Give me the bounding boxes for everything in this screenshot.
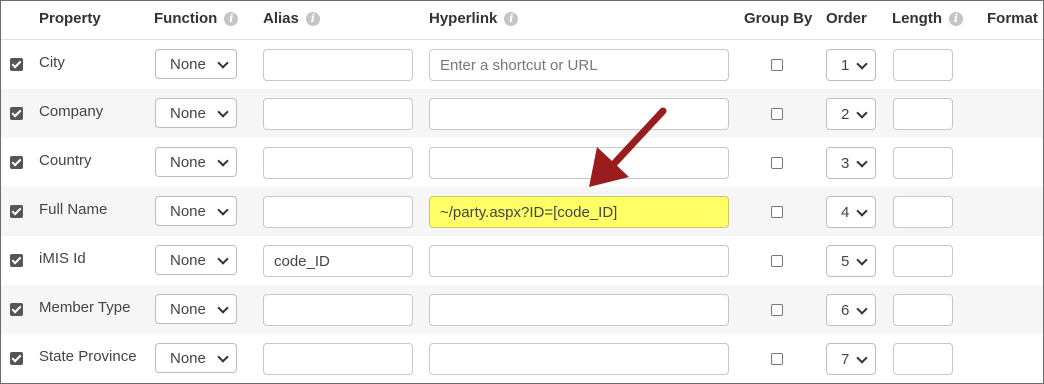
chevron-down-icon [217,57,229,69]
property-label: Country [39,152,92,169]
function-select[interactable]: None [155,98,237,128]
hyperlink-input[interactable]: Enter a shortcut or URL [429,49,729,81]
function-select[interactable]: None [155,343,237,373]
header-length: Length i [892,10,963,27]
hyperlink-input[interactable] [429,294,729,326]
length-input[interactable] [893,49,953,81]
alias-input[interactable]: code_ID [263,245,413,277]
hyperlink-input[interactable] [429,147,729,179]
chevron-down-icon [856,352,868,364]
chevron-down-icon [217,302,229,314]
chevron-down-icon [856,303,868,315]
property-label: iMIS Id [39,250,86,267]
alias-info-icon[interactable]: i [305,11,320,26]
row-checkbox[interactable] [10,303,23,316]
table-row: City None Enter a shortcut or URL 1 [1,40,1043,89]
group-by-checkbox[interactable] [771,255,783,267]
hyperlink-info-icon[interactable]: i [504,11,519,26]
alias-input[interactable] [263,294,413,326]
query-display-table: Property Function i Alias i Hyperlink i Gro… [0,0,1044,384]
chevron-down-icon [856,205,868,217]
order-select[interactable]: 1 [826,49,876,81]
length-input[interactable] [893,294,953,326]
header-function: Function i [154,10,239,27]
function-select[interactable]: None [155,245,237,275]
alias-input[interactable] [263,343,413,375]
group-by-checkbox[interactable] [771,206,783,218]
chevron-down-icon [856,156,868,168]
row-checkbox[interactable] [10,254,23,267]
chevron-down-icon [217,155,229,167]
chevron-down-icon [856,58,868,70]
group-by-checkbox[interactable] [771,157,783,169]
alias-input[interactable] [263,196,413,228]
table-header: Property Function i Alias i Hyperlink i Gro… [1,1,1043,40]
table-row: Full Name None ~/party.aspx?ID=[code_ID]… [1,187,1043,236]
hyperlink-input-highlighted[interactable]: ~/party.aspx?ID=[code_ID] [429,196,729,228]
table-row: iMIS Id None code_ID 5 [1,236,1043,285]
group-by-checkbox[interactable] [771,108,783,120]
function-select[interactable]: None [155,196,237,226]
order-select[interactable]: 4 [826,196,876,228]
header-group-by: Group By [744,10,813,27]
property-label: Member Type [39,299,131,316]
chevron-down-icon [217,106,229,118]
row-checkbox[interactable] [10,352,23,365]
chevron-down-icon [217,253,229,265]
order-select[interactable]: 6 [826,294,876,326]
table-row: Member Type None 6 [1,285,1043,334]
chevron-down-icon [217,204,229,216]
property-label: City [39,54,65,71]
length-info-icon[interactable]: i [949,11,963,26]
length-input[interactable] [893,245,953,277]
group-by-checkbox[interactable] [771,59,783,71]
order-select[interactable]: 3 [826,147,876,179]
header-property: Property [39,10,101,27]
function-select[interactable]: None [155,294,237,324]
row-checkbox[interactable] [10,205,23,218]
header-hyperlink: Hyperlink i [429,10,519,27]
chevron-down-icon [856,254,868,266]
function-select[interactable]: None [155,147,237,177]
function-info-icon[interactable]: i [224,11,239,26]
group-by-checkbox[interactable] [771,304,783,316]
property-label: Full Name [39,201,108,218]
order-select[interactable]: 7 [826,343,876,375]
chevron-down-icon [856,107,868,119]
property-label: State Province [39,348,137,365]
hyperlink-input[interactable] [429,343,729,375]
hyperlink-input[interactable] [429,245,729,277]
alias-input[interactable] [263,49,413,81]
alias-input[interactable] [263,98,413,130]
row-checkbox[interactable] [10,58,23,71]
header-format: Format [987,10,1038,27]
length-input[interactable] [893,343,953,375]
function-select[interactable]: None [155,49,237,79]
length-input[interactable] [893,196,953,228]
group-by-checkbox[interactable] [771,353,783,365]
hyperlink-input[interactable] [429,98,729,130]
length-input[interactable] [893,98,953,130]
row-checkbox[interactable] [10,156,23,169]
header-alias: Alias i [263,10,320,27]
order-select[interactable]: 2 [826,98,876,130]
order-select[interactable]: 5 [826,245,876,277]
table-row: State Province None 7 [1,334,1043,383]
property-label: Company [39,103,104,120]
length-input[interactable] [893,147,953,179]
chevron-down-icon [217,351,229,363]
header-order: Order [826,10,867,27]
alias-input[interactable] [263,147,413,179]
table-row: Company None 2 [1,89,1043,138]
table-row: Country None 3 [1,138,1043,187]
row-checkbox[interactable] [10,107,23,120]
